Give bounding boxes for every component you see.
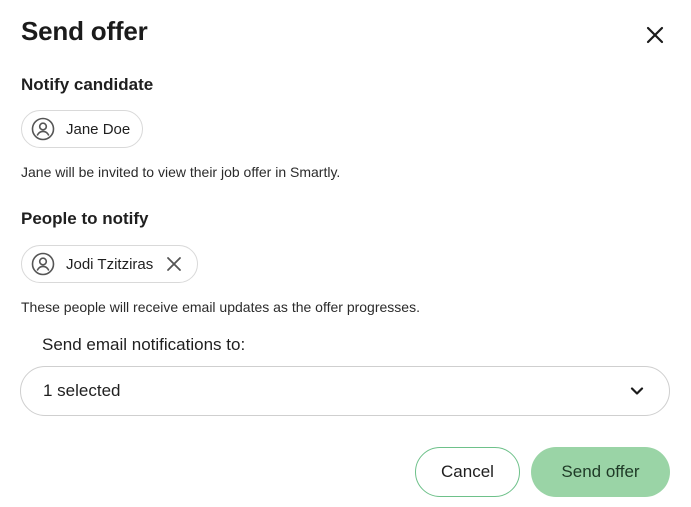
notify-candidate-label: Notify candidate [21, 75, 154, 94]
person-chip: Jodi Tzitziras [21, 245, 199, 283]
candidate-chip: Jane Doe [21, 110, 144, 148]
cancel-button[interactable]: Cancel [415, 447, 520, 497]
remove-person-button[interactable] [163, 253, 185, 275]
candidate-name: Jane Doe [66, 120, 131, 138]
dialog-title: Send offer [21, 16, 148, 46]
people-to-notify-label: People to notify [21, 209, 149, 228]
email-notifications-label: Send email notifications to: [42, 335, 246, 354]
close-icon [167, 257, 182, 271]
user-circle-icon [31, 252, 55, 276]
email-notifications-select[interactable]: 1 selected [20, 366, 670, 416]
person-name: Jodi Tzitziras [66, 255, 154, 273]
chevron-down-icon [627, 381, 647, 401]
close-button[interactable] [640, 20, 670, 50]
select-value: 1 selected [43, 381, 121, 400]
user-circle-icon [31, 117, 55, 141]
candidate-helper-text: Jane will be invited to view their job o… [21, 164, 341, 180]
send-offer-button[interactable]: Send offer [531, 447, 670, 497]
close-icon [646, 26, 664, 44]
send-offer-dialog: Send offer Notify candidate Jane Doe Jan… [0, 0, 691, 507]
people-helper-text: These people will receive email updates … [21, 299, 420, 315]
